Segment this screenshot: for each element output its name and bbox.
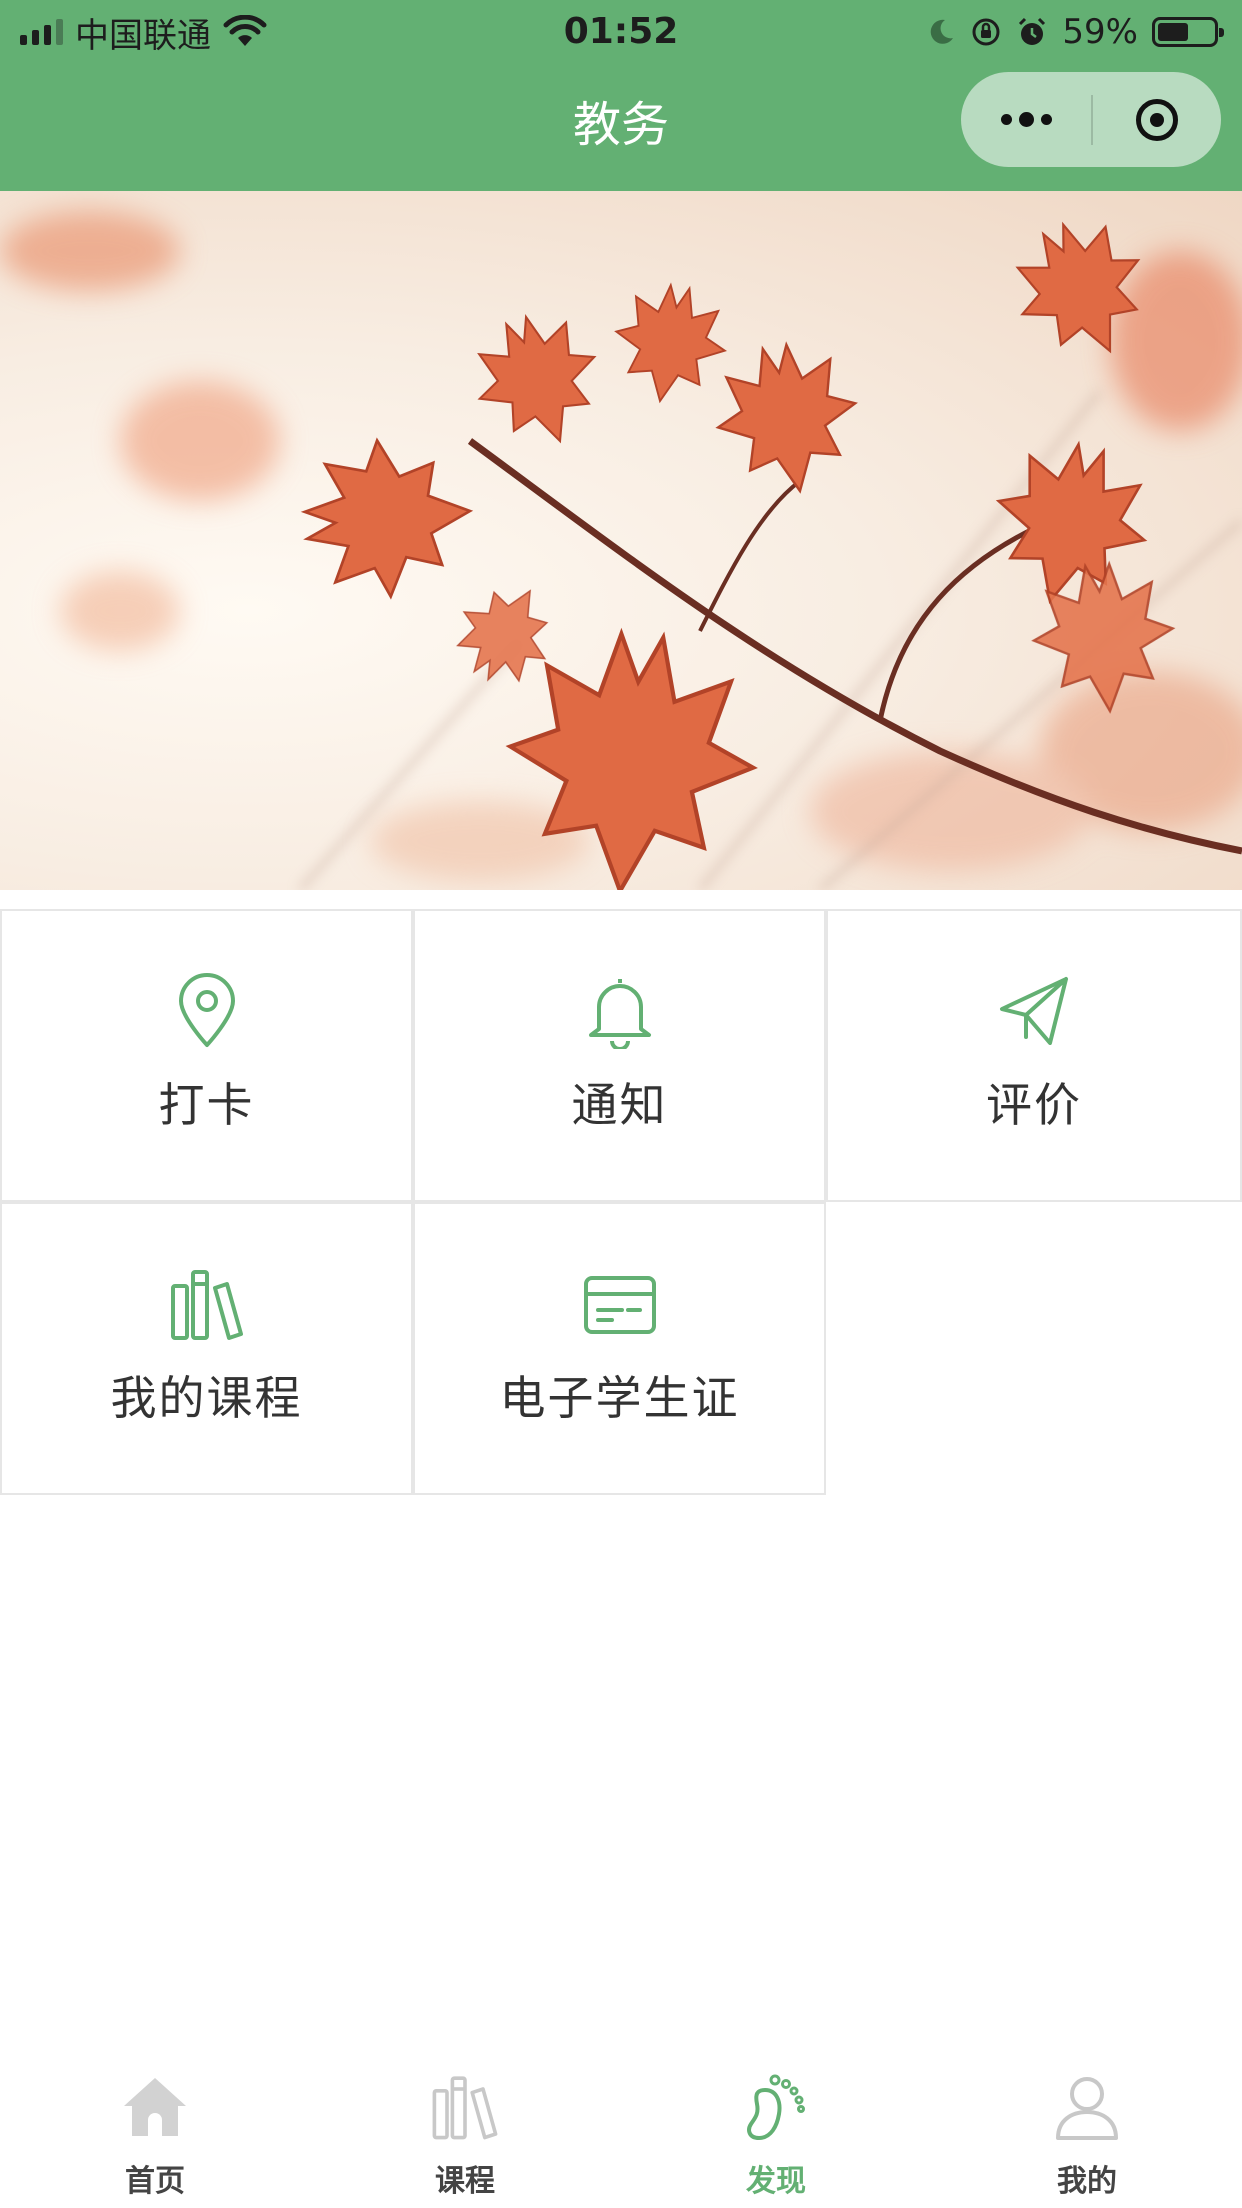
grid-item-student-id[interactable]: 电子学生证	[413, 1202, 826, 1495]
grid-item-checkin[interactable]: 打卡	[0, 909, 413, 1202]
paper-plane-icon	[1000, 977, 1068, 1045]
books-icon	[432, 2076, 498, 2140]
tab-label: 发现	[746, 2164, 806, 2199]
close-mini-program-button[interactable]	[1093, 72, 1221, 167]
moon-icon	[931, 19, 954, 44]
location-pin-icon	[178, 973, 235, 1047]
mini-program-capsule	[961, 72, 1221, 167]
grid-item-label: 电子学生证	[499, 1371, 740, 1425]
tab-discover[interactable]: 发现	[676, 2072, 876, 2202]
nav-bar: 中国联通 01:52 59% 教务	[0, 0, 1242, 191]
grid-item-evaluate[interactable]: 评价	[826, 909, 1242, 1202]
grid-item-my-courses[interactable]: 我的课程	[0, 1202, 413, 1495]
grid-item-label: 打卡	[158, 1078, 255, 1132]
card-icon	[583, 1276, 656, 1334]
grid-item-notice[interactable]: 通知	[413, 909, 826, 1202]
footprint-icon	[747, 2074, 805, 2141]
tab-label: 首页	[125, 2164, 185, 2199]
more-dot-icon	[1040, 114, 1052, 125]
bell-icon	[588, 979, 651, 1049]
target-icon	[1136, 98, 1178, 141]
tab-label: 课程	[435, 2164, 495, 2199]
battery-percent: 59%	[1062, 12, 1138, 52]
home-icon	[124, 2078, 186, 2136]
books-icon	[170, 1270, 243, 1340]
more-dot-icon	[1000, 114, 1012, 125]
more-menu-button[interactable]	[961, 72, 1091, 167]
maple-leaves-illustration	[0, 201, 1242, 890]
tab-bar: 首页 课程 发现 我的	[0, 2060, 1242, 2208]
tab-me[interactable]: 我的	[987, 2072, 1187, 2202]
tab-courses[interactable]: 课程	[365, 2072, 565, 2202]
alarm-icon	[1019, 17, 1046, 45]
tab-home[interactable]: 首页	[55, 2072, 255, 2202]
battery-icon	[1152, 17, 1224, 47]
status-bar: 中国联通 01:52 59%	[0, 0, 1242, 64]
grid-item-label: 我的课程	[110, 1371, 303, 1425]
rotation-lock-icon	[972, 18, 1000, 46]
grid-item-label: 通知	[571, 1078, 668, 1132]
more-dot-icon	[1018, 112, 1034, 127]
grid-item-label: 评价	[986, 1078, 1082, 1132]
banner-image	[0, 191, 1242, 890]
person-icon	[1056, 2077, 1118, 2140]
tab-label: 我的	[1057, 2164, 1117, 2199]
